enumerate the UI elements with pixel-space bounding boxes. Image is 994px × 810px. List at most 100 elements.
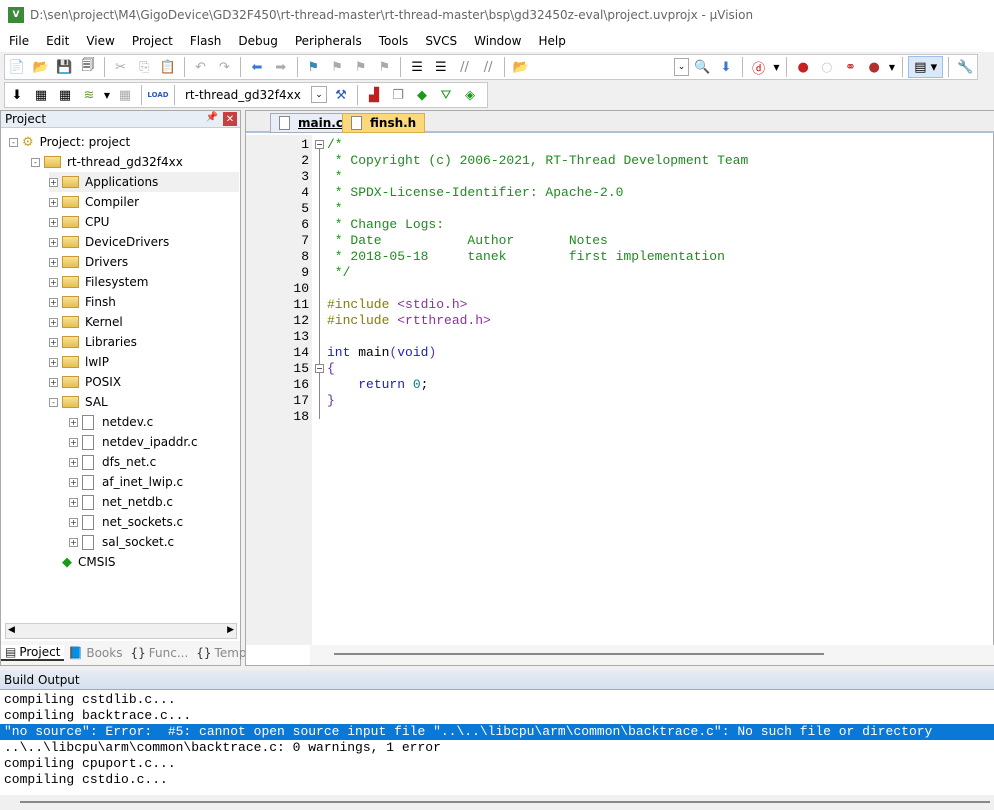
- new-file-icon[interactable]: 📄: [6, 56, 28, 78]
- menu-svcs[interactable]: SVCS: [416, 34, 465, 48]
- tree-item-netdev-c[interactable]: + netdev.c: [69, 412, 153, 432]
- expand-icon[interactable]: +: [69, 477, 78, 487]
- expand-icon[interactable]: +: [49, 277, 58, 287]
- tree-item-sal-socket-c[interactable]: + sal_socket.c: [69, 532, 174, 552]
- chevron-down-icon[interactable]: ▼: [771, 56, 781, 78]
- tree-item-af-inet-lwip-c[interactable]: + af_inet_lwip.c: [69, 472, 183, 492]
- load-download-icon[interactable]: LOAD: [147, 84, 169, 106]
- horizontal-scrollbar[interactable]: ◀ ▶: [5, 623, 237, 639]
- tree-item-project-project[interactable]: - ⚙ Project: project: [9, 132, 130, 152]
- expand-icon[interactable]: +: [49, 297, 58, 307]
- open-icon[interactable]: 📂: [30, 56, 52, 78]
- manage-rte-icon[interactable]: ◆: [411, 84, 433, 106]
- find-in-files-icon[interactable]: 📂: [510, 56, 532, 78]
- expand-icon[interactable]: +: [69, 437, 78, 447]
- expand-icon[interactable]: +: [69, 417, 78, 427]
- build-icon[interactable]: ▦: [30, 84, 52, 106]
- build-output-line[interactable]: ..\..\libcpu\arm\common\backtrace.c: 0 w…: [0, 740, 994, 756]
- tree-item-sal[interactable]: - SAL: [49, 392, 108, 412]
- tree-item-rt-thread-gd32f4xx[interactable]: - rt-thread_gd32f4xx: [31, 152, 183, 172]
- tree-item-netdev-ipaddr-c[interactable]: + netdev_ipaddr.c: [69, 432, 198, 452]
- rebuild-icon[interactable]: ▦: [54, 84, 76, 106]
- clear-bookmarks-icon[interactable]: ⚑: [374, 56, 396, 78]
- indent-icon[interactable]: ☰: [406, 56, 428, 78]
- tree-item-net-netdb-c[interactable]: + net_netdb.c: [69, 492, 173, 512]
- menu-view[interactable]: View: [77, 34, 122, 48]
- next-bookmark-icon[interactable]: ⚑: [350, 56, 372, 78]
- expand-icon[interactable]: +: [49, 177, 58, 187]
- tree-item-compiler[interactable]: + Compiler: [49, 192, 139, 212]
- expand-icon[interactable]: +: [69, 537, 78, 547]
- debug-session-icon[interactable]: ⓓ: [748, 56, 770, 78]
- tree-item-devicedrivers[interactable]: + DeviceDrivers: [49, 232, 169, 252]
- find-icon[interactable]: 🔍: [691, 56, 713, 78]
- incremental-find-icon[interactable]: ⬇: [715, 56, 737, 78]
- target-select[interactable]: rt-thread_gd32f4xx ⌄: [179, 85, 329, 105]
- tree-item-filesystem[interactable]: + Filesystem: [49, 272, 148, 292]
- tree-item-kernel[interactable]: + Kernel: [49, 312, 123, 332]
- tree-item-cpu[interactable]: + CPU: [49, 212, 109, 232]
- unindent-icon[interactable]: ☰: [430, 56, 452, 78]
- expand-icon[interactable]: +: [69, 457, 78, 467]
- tree-item-lwip[interactable]: + lwIP: [49, 352, 109, 372]
- fold-collapse-icon[interactable]: −: [315, 140, 324, 149]
- editor-horizontal-scrollbar[interactable]: [310, 645, 994, 665]
- target-options-icon[interactable]: ⚒: [330, 84, 352, 106]
- menu-peripherals[interactable]: Peripherals: [286, 34, 370, 48]
- kill-all-breakpoints-icon[interactable]: ●: [863, 56, 885, 78]
- configure-icon[interactable]: 🔧: [954, 56, 976, 78]
- scroll-thumb[interactable]: [334, 653, 824, 655]
- chevron-down-icon[interactable]: ⌄: [311, 86, 327, 103]
- build-output[interactable]: compiling cstdlib.c... compiling backtrac…: [0, 689, 994, 810]
- menu-file[interactable]: File: [0, 34, 37, 48]
- stop-build-icon[interactable]: ▦: [114, 84, 136, 106]
- close-icon[interactable]: ✕: [223, 112, 237, 126]
- translate-icon[interactable]: ⬇: [6, 84, 28, 106]
- save-icon[interactable]: 💾: [53, 56, 75, 78]
- panel-tab-project[interactable]: ▤ Project: [1, 645, 65, 661]
- build-output-scrollbar[interactable]: [0, 795, 994, 810]
- comment-icon[interactable]: //: [454, 56, 476, 78]
- build-output-line[interactable]: compiling cstdio.c...: [0, 772, 994, 788]
- collapse-icon[interactable]: -: [9, 137, 18, 147]
- expand-icon[interactable]: +: [49, 337, 58, 347]
- fold-collapse-icon[interactable]: −: [315, 364, 324, 373]
- save-all-icon[interactable]: 🗐: [77, 56, 99, 78]
- pin-icon[interactable]: 📌: [206, 112, 218, 123]
- manage-project-items-icon[interactable]: ▟: [363, 84, 385, 106]
- menu-help[interactable]: Help: [529, 34, 573, 48]
- disable-all-breakpoints-icon[interactable]: ⚭: [840, 56, 862, 78]
- multi-project-icon[interactable]: ❐: [387, 84, 409, 106]
- expand-icon[interactable]: +: [49, 377, 58, 387]
- panel-tab-books[interactable]: 📘 Books: [64, 646, 126, 660]
- menu-window[interactable]: Window: [465, 34, 529, 48]
- expand-icon[interactable]: +: [49, 357, 58, 367]
- tab-main-c[interactable]: main.c: [270, 113, 352, 133]
- expand-icon[interactable]: +: [49, 217, 58, 227]
- tree-item-cmsis[interactable]: ◆ CMSIS: [49, 552, 116, 572]
- chevron-down-icon[interactable]: ▼: [887, 56, 897, 78]
- tree-item-applications[interactable]: + Applications: [49, 172, 239, 192]
- expand-icon[interactable]: +: [49, 257, 58, 267]
- pack-installer-icon[interactable]: ◈: [459, 84, 481, 106]
- window-layout-icon[interactable]: ▤ ▾: [907, 56, 944, 78]
- scroll-left-icon[interactable]: ◀: [8, 625, 15, 635]
- build-output-line[interactable]: "no source": Error: #5: cannot open sour…: [0, 724, 994, 740]
- tree-item-net-sockets-c[interactable]: + net_sockets.c: [69, 512, 183, 532]
- menu-edit[interactable]: Edit: [37, 34, 77, 48]
- tree-item-drivers[interactable]: + Drivers: [49, 252, 128, 272]
- tree-item-libraries[interactable]: + Libraries: [49, 332, 137, 352]
- nav-back-icon[interactable]: ⬅: [246, 56, 268, 78]
- uncomment-icon[interactable]: //: [477, 56, 499, 78]
- cut-icon[interactable]: ✂: [110, 56, 132, 78]
- collapse-icon[interactable]: -: [49, 397, 58, 407]
- batch-build-icon[interactable]: ≋: [78, 84, 100, 106]
- bookmark-icon[interactable]: ⚑: [303, 56, 325, 78]
- copy-icon[interactable]: ⎘: [133, 56, 155, 78]
- build-output-line[interactable]: compiling cstdlib.c...: [0, 692, 994, 708]
- prev-bookmark-icon[interactable]: ⚑: [326, 56, 348, 78]
- tree-item-finsh[interactable]: + Finsh: [49, 292, 116, 312]
- build-output-line[interactable]: compiling backtrace.c...: [0, 708, 994, 724]
- menu-project[interactable]: Project: [123, 34, 181, 48]
- panel-tab-func[interactable]: {} Func...: [126, 646, 192, 660]
